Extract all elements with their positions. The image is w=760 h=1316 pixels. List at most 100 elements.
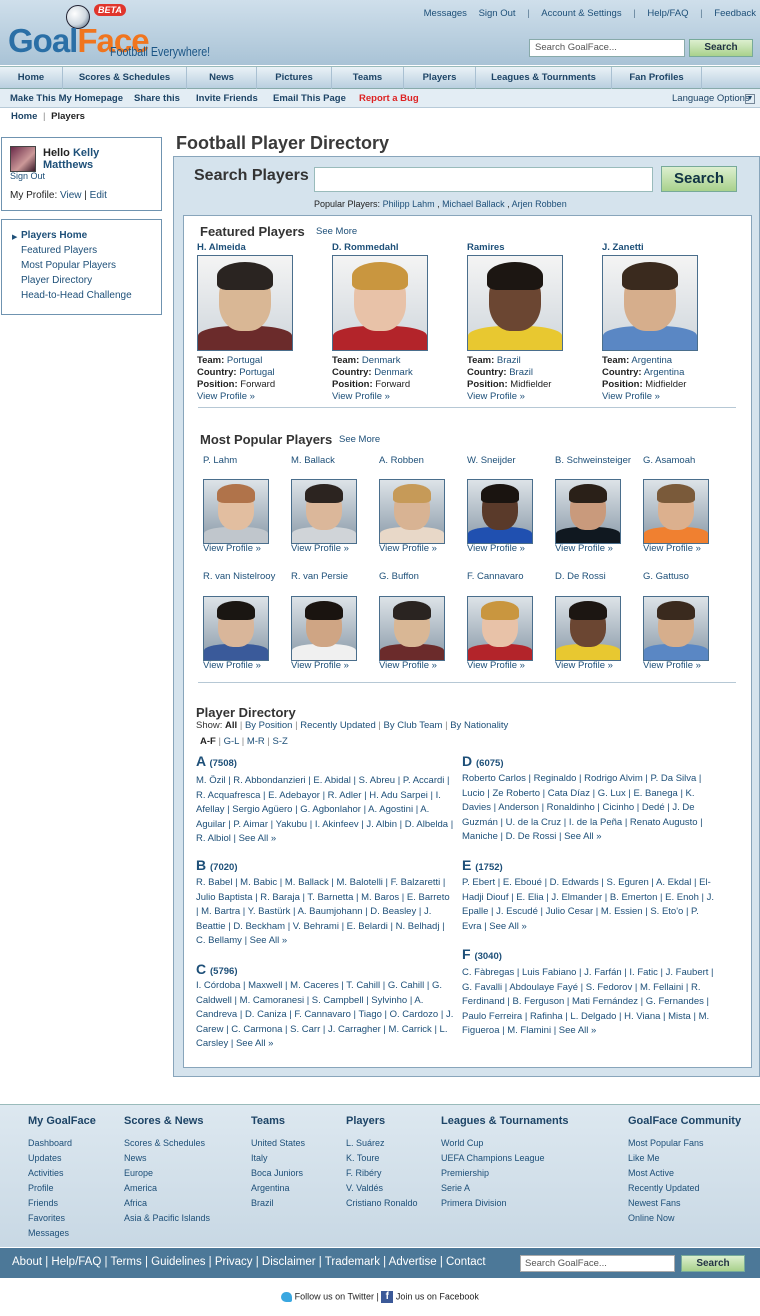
account-settings-link[interactable]: Account & Settings: [541, 8, 621, 19]
footer-link[interactable]: Boca Juniors: [251, 1168, 305, 1183]
user-first-name[interactable]: Kelly: [73, 147, 99, 159]
popular-player-photo[interactable]: [555, 596, 621, 661]
signout-link[interactable]: Sign Out: [479, 8, 516, 19]
view-profile-link[interactable]: View Profile »: [379, 543, 437, 554]
popular-player-photo[interactable]: [203, 596, 269, 661]
letter-player-list[interactable]: C. Fàbregas | Luis Fabiano | J. Farfán |…: [462, 966, 720, 1039]
filter-position[interactable]: By Position: [245, 720, 293, 731]
avatar[interactable]: [10, 146, 36, 172]
view-profile-link[interactable]: View Profile »: [332, 391, 390, 402]
popular-search-link[interactable]: Michael Ballack: [442, 199, 505, 209]
footer-link[interactable]: World Cup: [441, 1138, 569, 1153]
footer-link[interactable]: Cristiano Ronaldo: [346, 1198, 418, 1213]
popular-player-photo[interactable]: [467, 479, 533, 544]
popular-player-name[interactable]: R. van Nistelrooy: [203, 571, 283, 582]
popular-player-photo[interactable]: [643, 596, 709, 661]
filter-club[interactable]: By Club Team: [384, 720, 443, 731]
popular-player-photo[interactable]: [291, 479, 357, 544]
facebook-icon[interactable]: f: [381, 1291, 394, 1303]
popular-player-photo[interactable]: [643, 479, 709, 544]
footer-link[interactable]: Brazil: [251, 1198, 305, 1213]
footer-link[interactable]: America: [124, 1183, 210, 1198]
footer-link[interactable]: Europe: [124, 1168, 210, 1183]
featured-player-photo[interactable]: [332, 255, 428, 351]
view-profile-link[interactable]: View Profile »: [602, 391, 660, 402]
view-profile-link[interactable]: View Profile »: [291, 543, 349, 554]
view-profile-link[interactable]: View Profile »: [555, 543, 613, 554]
view-profile-link[interactable]: View Profile »: [291, 660, 349, 671]
view-profile-link[interactable]: View Profile »: [467, 660, 525, 671]
view-profile-link[interactable]: View Profile »: [379, 660, 437, 671]
featured-player-photo[interactable]: [602, 255, 698, 351]
footer-search-input[interactable]: Search GoalFace...: [520, 1255, 675, 1272]
nav-fan-profiles[interactable]: Fan Profiles: [612, 67, 702, 89]
view-profile-link[interactable]: View Profile »: [467, 391, 525, 402]
footer-link[interactable]: Dashboard: [28, 1138, 96, 1153]
popular-search-link[interactable]: Arjen Robben: [512, 199, 567, 209]
letter-heading[interactable]: D (6075): [462, 753, 503, 769]
header-search-input[interactable]: Search GoalFace...: [529, 39, 685, 57]
make-homepage-link[interactable]: Make This My Homepage: [10, 93, 123, 104]
popular-player-name[interactable]: B. Schweinsteiger: [555, 455, 635, 466]
footer-link[interactable]: United States: [251, 1138, 305, 1153]
footer-search-button[interactable]: Search: [681, 1255, 745, 1272]
featured-player-photo[interactable]: [197, 255, 293, 351]
featured-player-name[interactable]: D. Rommedahl: [332, 242, 399, 253]
popular-player-photo[interactable]: [467, 596, 533, 661]
view-profile-link[interactable]: View Profile »: [197, 391, 255, 402]
view-profile-link[interactable]: View Profile »: [643, 660, 701, 671]
filter-nationality[interactable]: By Nationality: [450, 720, 508, 731]
nav-pictures[interactable]: Pictures: [257, 67, 332, 89]
letter-player-list[interactable]: Roberto Carlos | Reginaldo | Rodrigo Alv…: [462, 772, 720, 845]
footer-link[interactable]: Asia & Pacific Islands: [124, 1213, 210, 1228]
feedback-link[interactable]: Feedback: [714, 8, 756, 19]
letter-heading[interactable]: B (7020): [196, 857, 237, 873]
letter-player-list[interactable]: I. Córdoba | Maxwell | M. Caceres | T. C…: [196, 979, 454, 1052]
footer-link[interactable]: Online Now: [628, 1213, 741, 1228]
footer-link[interactable]: UEFA Champions League: [441, 1153, 569, 1168]
popular-player-name[interactable]: G. Gattuso: [643, 571, 723, 582]
sidebar-item-h2h[interactable]: Head-to-Head Challenge: [21, 290, 132, 301]
footer-link[interactable]: Updates: [28, 1153, 96, 1168]
nav-scores[interactable]: Scores & Schedules: [63, 67, 187, 89]
view-profile-link[interactable]: View Profile »: [555, 660, 613, 671]
popular-player-name[interactable]: A. Robben: [379, 455, 459, 466]
search-players-input[interactable]: [314, 167, 653, 192]
profile-view-link[interactable]: View: [60, 190, 82, 201]
letter-heading[interactable]: C (5796): [196, 961, 237, 977]
sidebar-item-featured[interactable]: Featured Players: [21, 245, 97, 256]
header-search-button[interactable]: Search: [689, 39, 753, 57]
twitter-icon[interactable]: [281, 1292, 293, 1302]
help-faq-link[interactable]: Help/FAQ: [647, 8, 688, 19]
breadcrumb-home[interactable]: Home: [11, 111, 37, 122]
footer-link[interactable]: F. Ribéry: [346, 1168, 418, 1183]
footer-link[interactable]: Favorites: [28, 1213, 96, 1228]
nav-leagues[interactable]: Leagues & Tournments: [476, 67, 612, 89]
featured-player-photo[interactable]: [467, 255, 563, 351]
popular-player-name[interactable]: G. Asamoah: [643, 455, 723, 466]
popular-player-photo[interactable]: [379, 596, 445, 661]
footer-links[interactable]: About | Help/FAQ | Terms | Guidelines | …: [12, 1256, 486, 1268]
footer-link[interactable]: Messages: [28, 1228, 96, 1243]
popular-search-link[interactable]: Philipp Lahm: [383, 199, 435, 209]
popular-see-more[interactable]: See More: [339, 434, 380, 445]
footer-link[interactable]: Like Me: [628, 1153, 741, 1168]
letter-heading[interactable]: A (7508): [196, 753, 237, 769]
footer-link[interactable]: Activities: [28, 1168, 96, 1183]
popular-player-photo[interactable]: [203, 479, 269, 544]
twitter-link[interactable]: Follow us on Twitter: [295, 1291, 374, 1301]
search-players-button[interactable]: Search: [661, 166, 737, 192]
nav-teams[interactable]: Teams: [332, 67, 404, 89]
signout-link-side[interactable]: Sign Out: [10, 171, 45, 181]
nav-players[interactable]: Players: [404, 67, 476, 89]
footer-link[interactable]: Most Active: [628, 1168, 741, 1183]
footer-link[interactable]: Africa: [124, 1198, 210, 1213]
featured-see-more[interactable]: See More: [316, 226, 357, 237]
chevron-down-icon[interactable]: ▼: [745, 94, 755, 104]
sidebar-item-popular[interactable]: Most Popular Players: [21, 260, 116, 271]
footer-link[interactable]: Scores & Schedules: [124, 1138, 210, 1153]
footer-link[interactable]: V. Valdés: [346, 1183, 418, 1198]
footer-link[interactable]: L. Suárez: [346, 1138, 418, 1153]
popular-player-name[interactable]: F. Cannavaro: [467, 571, 547, 582]
facebook-link[interactable]: Join us on Facebook: [396, 1291, 479, 1301]
